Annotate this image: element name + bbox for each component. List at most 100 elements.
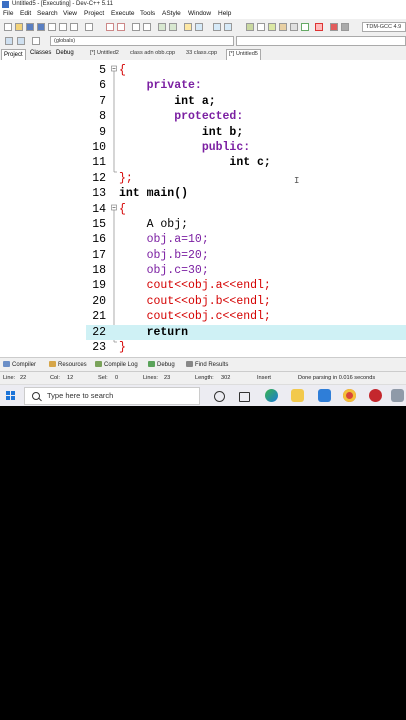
line-text: obj.b=20; [119, 248, 209, 262]
line-text: { [119, 202, 126, 216]
windows-start-icon[interactable] [6, 391, 16, 401]
status-col-value: 12 [67, 375, 74, 381]
status-line-label: Line: [3, 375, 16, 381]
code-line: 7 int a; [86, 94, 406, 109]
line-number: 14 [92, 202, 106, 216]
tab-debug[interactable]: Debug [56, 50, 74, 56]
run-icon[interactable] [257, 23, 265, 31]
chrome-icon[interactable] [343, 389, 356, 402]
menu-view[interactable]: View [63, 9, 77, 19]
tab-label: Compile Log [104, 362, 138, 368]
tab-untitled2[interactable]: [*] Untitled2 [90, 50, 119, 56]
line-text: obj.c=30; [119, 264, 209, 278]
line-number: 9 [99, 125, 106, 139]
unindent-icon[interactable] [169, 23, 177, 31]
menu-file[interactable]: File [3, 9, 13, 19]
member-select[interactable] [236, 36, 406, 46]
project-new-icon[interactable] [213, 23, 221, 31]
line-number: 19 [92, 279, 106, 293]
line-number: 5 [99, 64, 106, 77]
tab-find-results[interactable]: Find Results [186, 361, 228, 368]
goto-icon[interactable] [143, 23, 151, 31]
bookmark-icon[interactable] [184, 23, 192, 31]
menu-edit[interactable]: Edit [20, 9, 31, 19]
code-line: 11 int c; [86, 155, 406, 170]
line-text: cout<<obj.b<<endl; [119, 294, 271, 308]
file-explorer-icon[interactable] [291, 389, 304, 402]
code-editor[interactable]: 5 { 6 private: 7 int a; 8 protected: 9 in… [86, 60, 406, 357]
find-icon[interactable] [85, 23, 93, 31]
tab-resources[interactable]: Resources [49, 361, 87, 368]
close-all-icon[interactable] [59, 23, 67, 31]
close-file-icon[interactable] [48, 23, 56, 31]
line-number: 20 [92, 294, 106, 308]
line-text: public: [119, 140, 251, 154]
compile-icon[interactable] [246, 23, 254, 31]
menu-astyle[interactable]: AStyle [162, 9, 181, 19]
tab-debug-output[interactable]: Debug [148, 361, 175, 368]
menu-tools[interactable]: Tools [140, 9, 155, 19]
print-icon[interactable] [70, 23, 78, 31]
mail-icon[interactable] [318, 389, 331, 402]
menu-project[interactable]: Project [84, 9, 104, 19]
line-number: 18 [92, 264, 106, 278]
globals-select[interactable]: (globals) [50, 36, 234, 46]
line-number: 15 [92, 217, 106, 231]
indent-icon[interactable] [158, 23, 166, 31]
line-number: 8 [99, 110, 106, 124]
compiler-select[interactable]: TDM-GCC 4.9 [362, 22, 406, 32]
open-folder-icon[interactable] [15, 23, 23, 31]
project-add-icon[interactable] [224, 23, 232, 31]
tab-label: Compiler [12, 362, 37, 368]
line-number: 6 [99, 79, 106, 93]
status-bar: Line: 22 Col: 12 Sel: 0 Lines: 23 Length… [0, 371, 406, 384]
code-line: 15 A obj; [86, 217, 406, 232]
app-icon[interactable] [369, 389, 382, 402]
cortana-icon[interactable] [214, 391, 225, 402]
save-icon[interactable] [26, 23, 34, 31]
edge-icon[interactable] [265, 389, 278, 402]
redo-icon[interactable] [117, 23, 125, 31]
toggle-icon[interactable] [32, 37, 40, 45]
menu-search[interactable]: Search [37, 9, 58, 19]
delete-profile-icon[interactable] [341, 23, 349, 31]
line-text: cout<<obj.c<<endl; [119, 310, 271, 324]
tab-compile-log[interactable]: Compile Log [95, 361, 138, 368]
new-file-icon[interactable] [4, 23, 12, 31]
rebuild-icon[interactable] [279, 23, 287, 31]
code-line: 6 private: [86, 78, 406, 93]
line-number: 13 [92, 187, 106, 201]
task-view-icon[interactable] [239, 392, 250, 402]
tab-class-adn-obb[interactable]: class adn obb.cpp [130, 50, 175, 56]
tab-label: Find Results [195, 362, 229, 368]
code-line: 23} [86, 340, 406, 355]
windows-taskbar: Type here to search [0, 384, 406, 406]
tab-compiler[interactable]: Compiler [3, 361, 36, 368]
line-text: cout<<obj.a<<endl; [119, 279, 271, 293]
check-icon[interactable] [301, 23, 309, 31]
profile-icon[interactable] [330, 23, 338, 31]
menu-window[interactable]: Window [188, 9, 211, 19]
replace-icon[interactable] [132, 23, 140, 31]
save-all-icon[interactable] [37, 23, 45, 31]
compile-run-icon[interactable] [268, 23, 276, 31]
menu-execute[interactable]: Execute [111, 9, 135, 19]
goto-line-icon[interactable] [195, 23, 203, 31]
stop-icon[interactable] [315, 23, 323, 31]
status-line-value: 22 [20, 375, 27, 381]
compile-log-icon [95, 361, 102, 367]
taskbar-search-input[interactable]: Type here to search [24, 387, 200, 405]
line-text: int a; [119, 94, 216, 108]
debug-icon[interactable] [290, 23, 298, 31]
new-class-icon[interactable] [5, 37, 13, 45]
tab-33-class[interactable]: 33 class.cpp [186, 50, 217, 56]
line-text: protected: [119, 110, 244, 124]
undo-icon[interactable] [106, 23, 114, 31]
code-line: 8 protected: [86, 109, 406, 124]
left-panel-tabs: Project Classes Debug [0, 48, 86, 61]
new-method-icon[interactable] [17, 37, 25, 45]
line-number: 10 [92, 140, 106, 154]
menu-help[interactable]: Help [218, 9, 231, 19]
tab-classes[interactable]: Classes [30, 50, 51, 56]
devcpp-icon[interactable] [391, 389, 404, 402]
